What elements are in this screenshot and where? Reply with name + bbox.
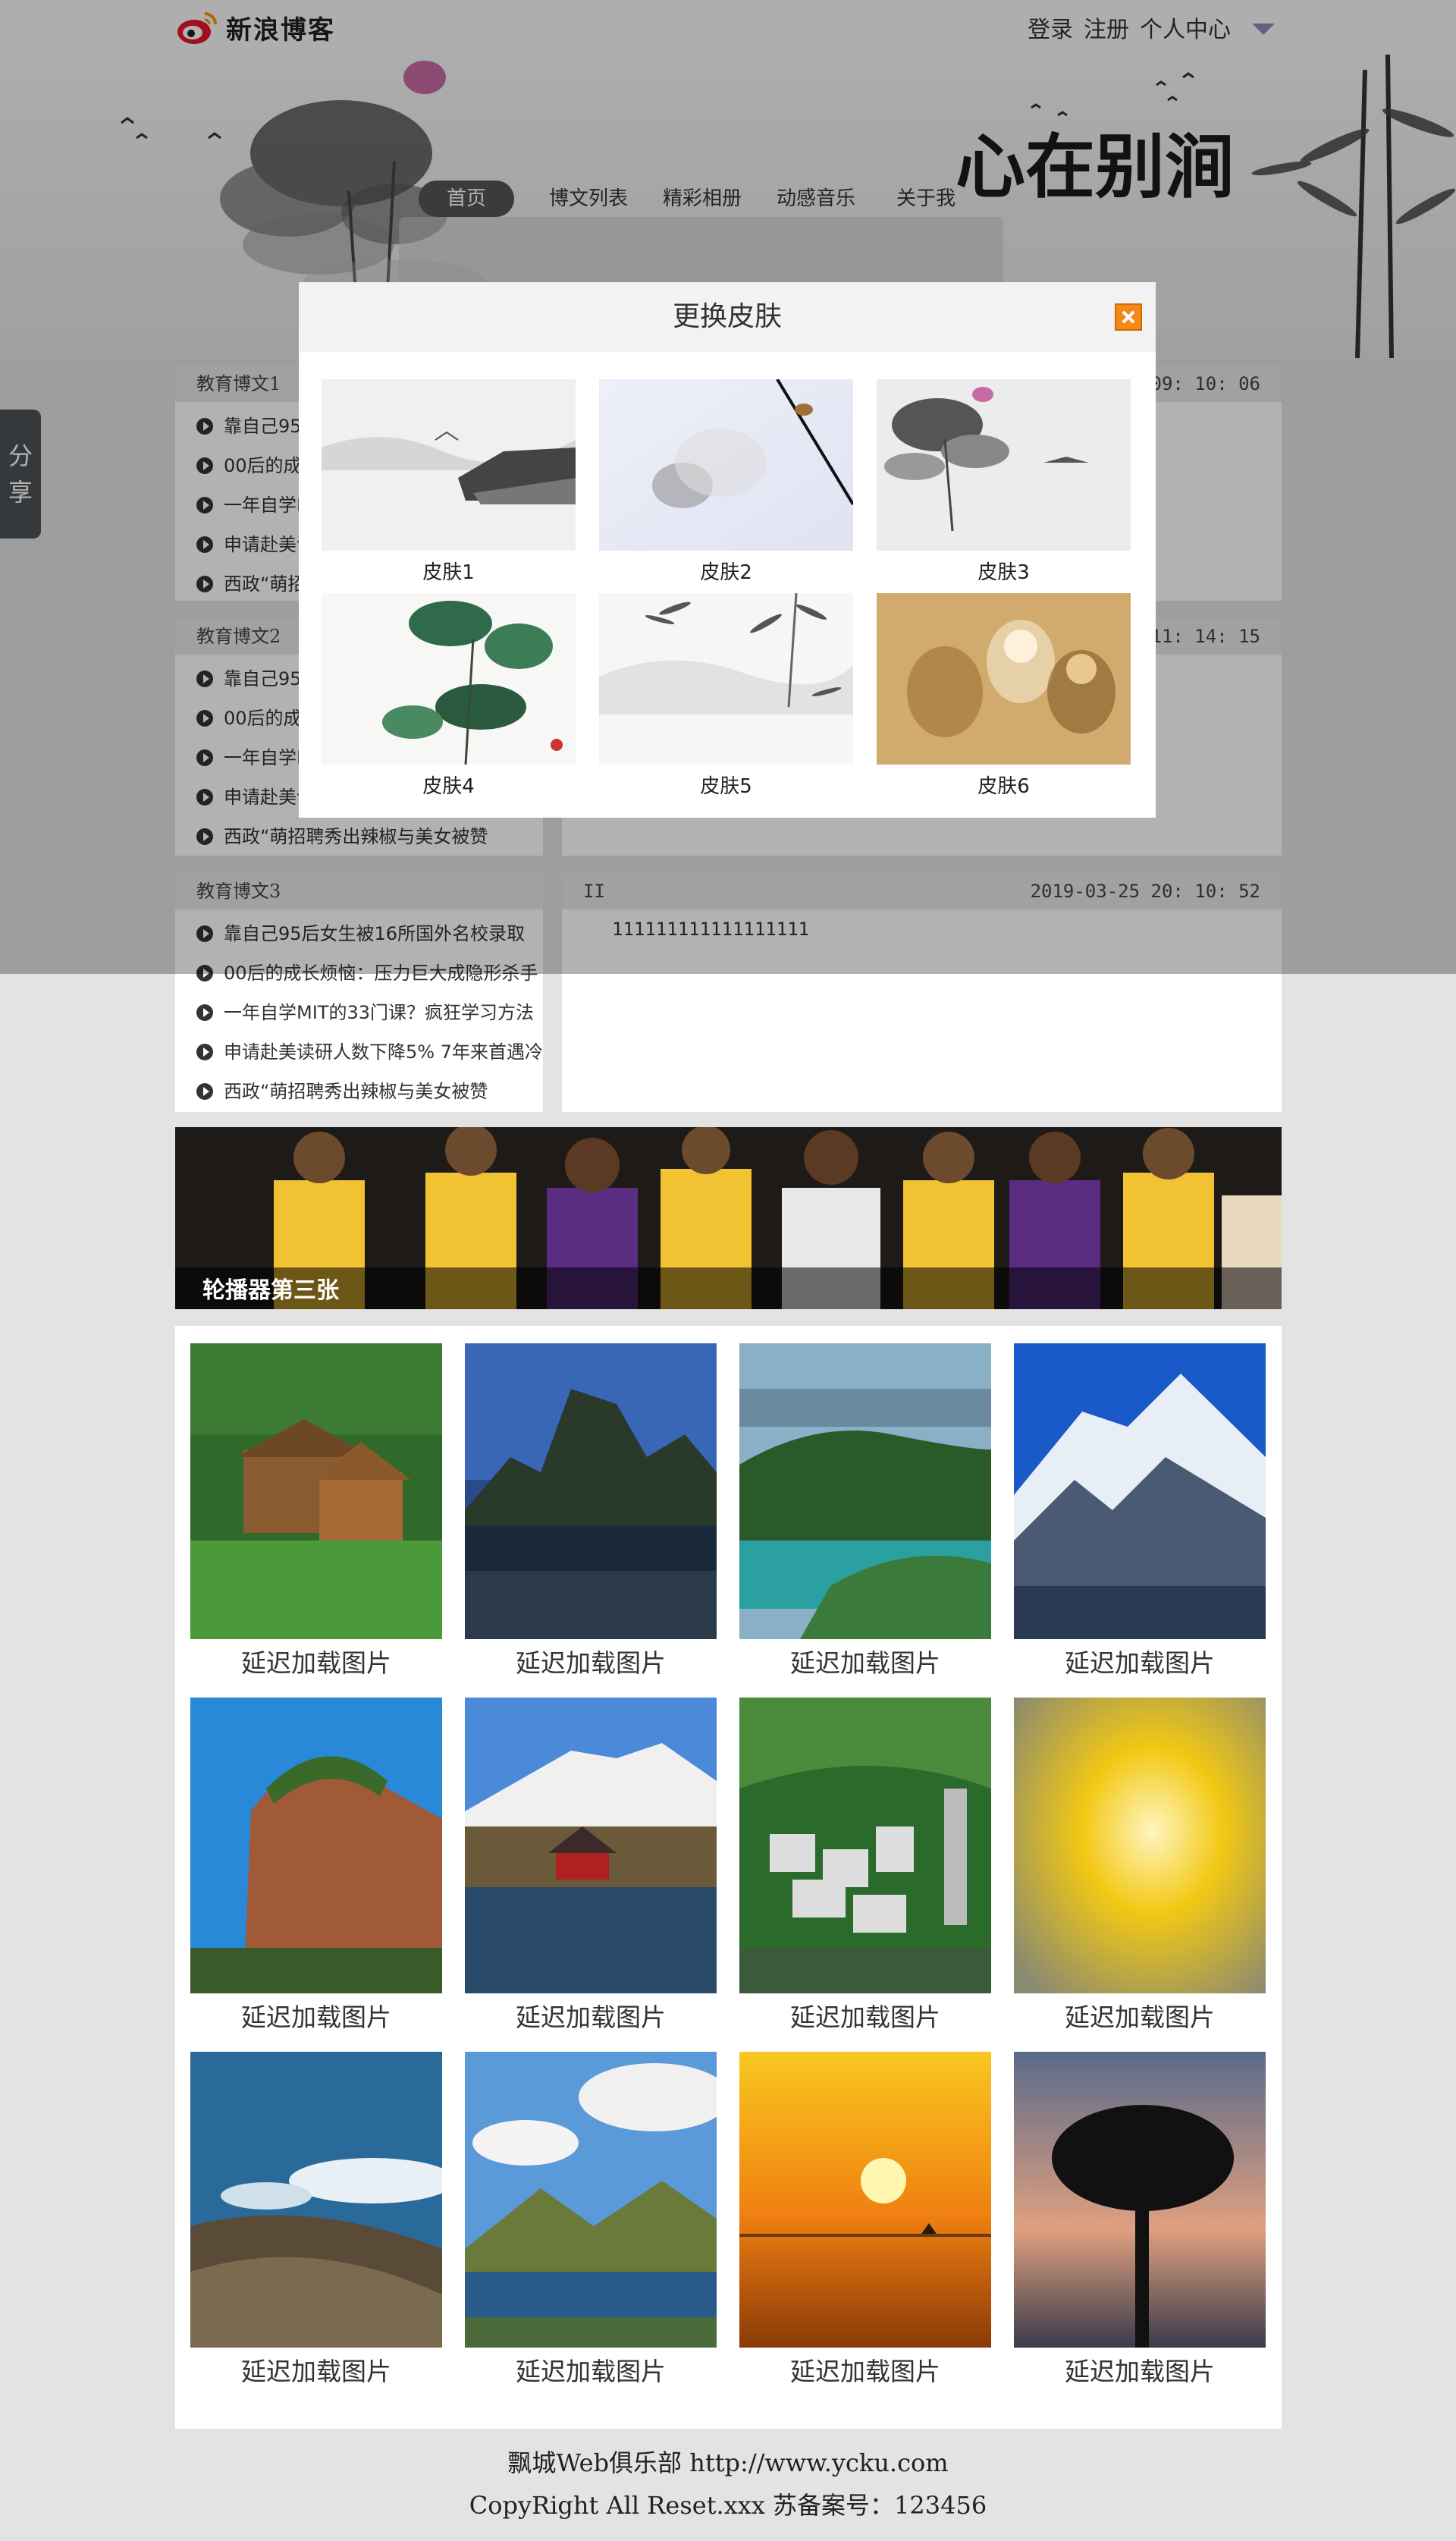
arrow-right-icon xyxy=(196,1004,213,1021)
list-item-text: 一年自学MIT的33门课？疯狂学习方法 xyxy=(224,1002,534,1023)
gallery-image xyxy=(1014,1698,1266,1993)
gallery-item[interactable]: 延迟加载图片 xyxy=(1014,1343,1266,1685)
gallery-image xyxy=(465,1698,717,1993)
gallery-item[interactable]: 延迟加载图片 xyxy=(739,1343,991,1685)
list-item-text: 西政“萌招聘秀出辣椒与美女被赞 xyxy=(224,1081,488,1102)
list-item[interactable]: 一年自学MIT的33门课？疯狂学习方法 xyxy=(175,993,543,1032)
gallery-label: 延迟加载图片 xyxy=(241,1648,391,1678)
carousel[interactable]: 轮播器第三张 xyxy=(175,1127,1282,1309)
gallery-item[interactable]: 延迟加载图片 xyxy=(465,1343,717,1685)
gallery-image xyxy=(739,1698,991,1993)
gallery-image xyxy=(190,1343,442,1639)
gallery-label: 延迟加载图片 xyxy=(1065,2357,1215,2386)
skin-thumbnail-3 xyxy=(877,379,1131,551)
gallery-label: 延迟加载图片 xyxy=(790,2002,940,2032)
skin-thumbnail-2 xyxy=(599,378,855,551)
skin-label: 皮肤1 xyxy=(422,561,475,584)
skin-thumbnail-4 xyxy=(322,593,576,765)
gallery-item[interactable]: 延迟加载图片 xyxy=(739,2052,991,2393)
list-item-text: 申请赴美读研人数下降5% 7年来首遇冷 xyxy=(224,1041,543,1063)
gallery-item[interactable]: 延迟加载图片 xyxy=(739,1698,991,2039)
arrow-right-icon xyxy=(196,1083,213,1100)
gallery-label: 延迟加载图片 xyxy=(516,1648,666,1678)
gallery-label: 延迟加载图片 xyxy=(1065,1648,1215,1678)
skin-modal: 更换皮肤 皮肤1 皮肤2 皮肤3 皮肤4 皮肤5 皮肤6 xyxy=(299,282,1156,818)
skin-option-4[interactable]: 皮肤4 xyxy=(322,593,576,806)
gallery-image xyxy=(465,2052,730,2348)
gallery-item[interactable]: 延迟加载图片 xyxy=(190,1343,442,1685)
skin-option-6[interactable]: 皮肤6 xyxy=(877,593,1131,806)
skin-label: 皮肤6 xyxy=(977,775,1030,798)
modal-title: 更换皮肤 xyxy=(672,301,782,332)
gallery-label: 延迟加载图片 xyxy=(516,2357,666,2386)
carousel-caption-bar xyxy=(175,1267,1282,1309)
skin-thumbnail-6 xyxy=(877,593,1131,765)
gallery-item[interactable]: 延迟加载图片 xyxy=(465,1698,717,2039)
gallery-label: 延迟加载图片 xyxy=(1065,2002,1215,2032)
list-item[interactable]: 申请赴美读研人数下降5% 7年来首遇冷 xyxy=(175,1032,543,1072)
gallery-image xyxy=(190,1698,442,1993)
gallery-item[interactable]: 延迟加载图片 xyxy=(1014,1698,1266,2039)
gallery-image xyxy=(465,1343,717,1639)
gallery-label: 延迟加载图片 xyxy=(241,2002,391,2032)
skin-option-1[interactable]: 皮肤1 xyxy=(322,379,576,592)
carousel-caption: 轮播器第三张 xyxy=(202,1277,339,1304)
skin-label: 皮肤5 xyxy=(700,775,752,798)
skin-option-2[interactable]: 皮肤2 xyxy=(599,378,855,592)
gallery-image xyxy=(739,2052,991,2348)
footer-club-link[interactable]: 飘城Web俱乐部 http://www.ycku.com xyxy=(0,2444,1456,2479)
skin-option-5[interactable]: 皮肤5 xyxy=(599,592,853,806)
arrow-right-icon xyxy=(196,1044,213,1060)
gallery-item[interactable]: 延迟加载图片 xyxy=(190,2052,456,2393)
skin-label: 皮肤3 xyxy=(977,561,1030,584)
skin-label: 皮肤4 xyxy=(422,775,475,798)
gallery-image xyxy=(1014,1343,1266,1639)
gallery-image xyxy=(1014,2052,1266,2348)
gallery-label: 延迟加载图片 xyxy=(516,2002,666,2032)
gallery-label: 延迟加载图片 xyxy=(790,2357,940,2386)
photo-gallery: 延迟加载图片 延迟加载图片 延迟加载图片 延迟加载图片 延迟加载图片 延迟加载图… xyxy=(175,1326,1282,2429)
gallery-item[interactable]: 延迟加载图片 xyxy=(465,2052,730,2393)
list-item[interactable]: 西政“萌招聘秀出辣椒与美女被赞 xyxy=(175,1072,543,1111)
skin-option-3[interactable]: 皮肤3 xyxy=(877,379,1131,592)
gallery-label: 延迟加载图片 xyxy=(241,2357,391,2386)
gallery-item[interactable]: 延迟加载图片 xyxy=(190,1698,442,2039)
gallery-item[interactable]: 延迟加载图片 xyxy=(1014,2052,1266,2393)
modal-header: 更换皮肤 xyxy=(299,282,1156,352)
gallery-image xyxy=(739,1343,991,1639)
gallery-label: 延迟加载图片 xyxy=(790,1648,940,1678)
skin-label: 皮肤2 xyxy=(700,561,752,584)
skin-thumbnail-5 xyxy=(599,592,853,765)
gallery-image xyxy=(190,2052,456,2348)
footer-copyright: CopyRight All Reset.xxx 苏备案号：123456 xyxy=(469,2491,987,2520)
skin-thumbnail-1 xyxy=(322,379,576,551)
close-icon[interactable] xyxy=(1115,303,1142,331)
